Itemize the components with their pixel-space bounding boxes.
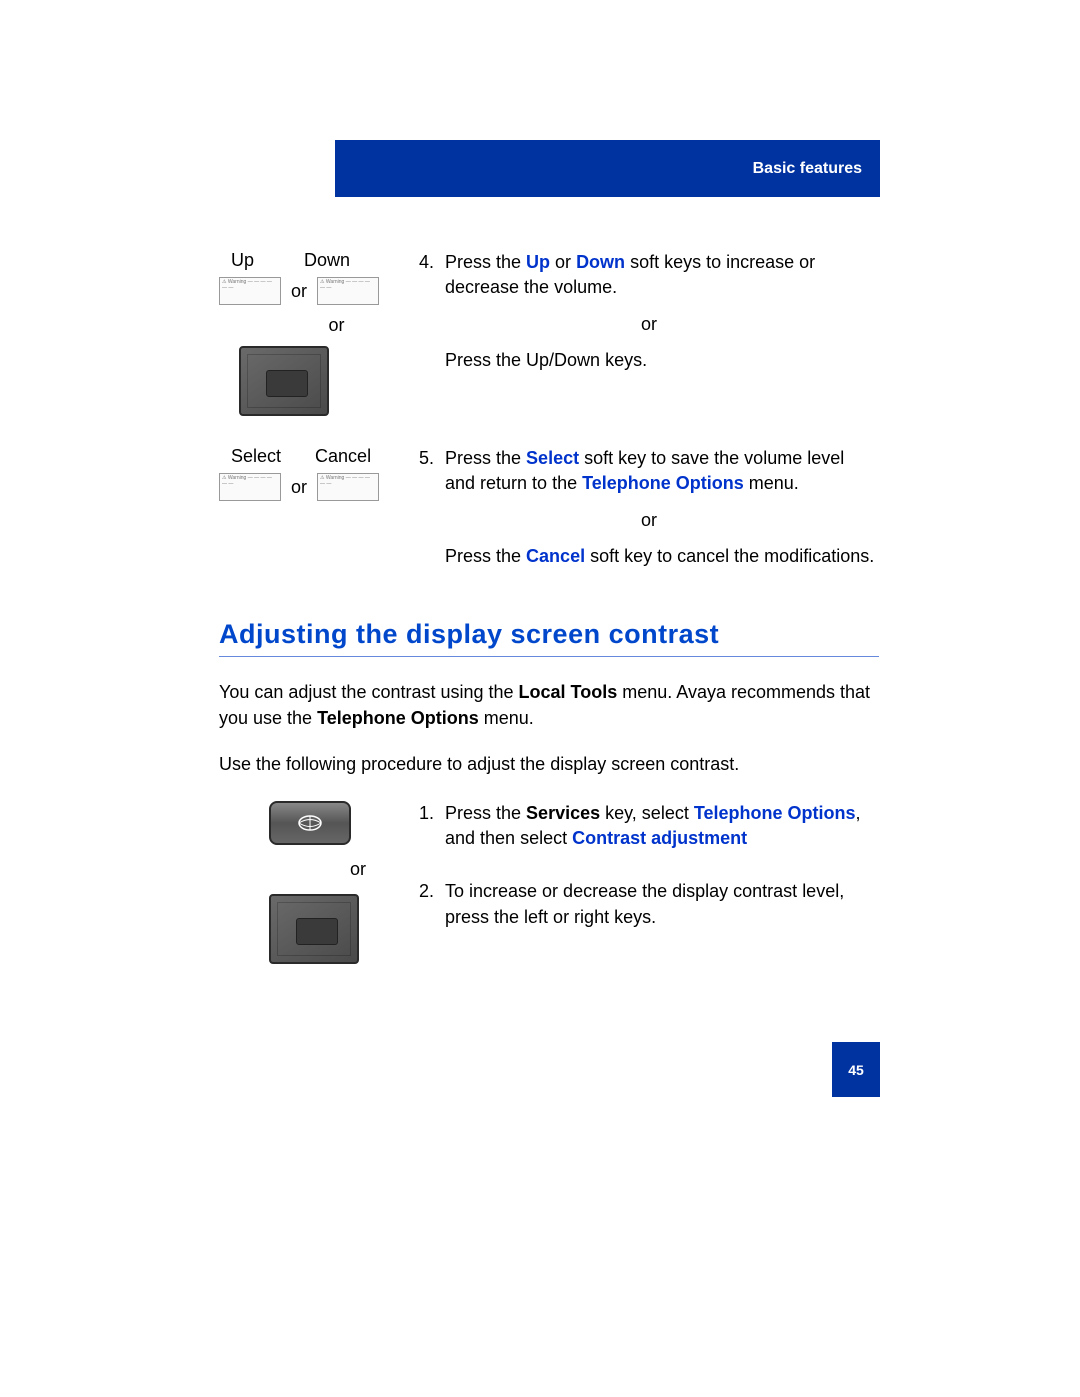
or-label: or: [291, 477, 307, 498]
softkey-cancel-icon: ⚠ Warning — — — — — —: [317, 473, 379, 501]
navigation-pad-icon: [269, 894, 359, 964]
section-heading: Adjusting the display screen contrast: [219, 619, 879, 657]
label-select: Select: [231, 446, 281, 467]
step-number: 5.: [419, 446, 445, 471]
page-number: 45: [848, 1062, 864, 1078]
term-contrast-adjustment: Contrast adjustment: [572, 828, 747, 848]
step-5-alt: Press the Cancel soft key to cancel the …: [419, 544, 879, 569]
services-key-icon: [269, 801, 351, 845]
page-number-badge: 45: [832, 1042, 880, 1097]
step-5-row: Select Cancel ⚠ Warning — — — — — — or ⚠…: [219, 446, 879, 569]
term-telephone-options: Telephone Options: [694, 803, 856, 823]
step-number: 2.: [419, 879, 445, 904]
intro-paragraph-2: Use the following procedure to adjust th…: [219, 751, 879, 777]
softkey-up-icon: ⚠ Warning — — — — — —: [219, 277, 281, 305]
contrast-steps: or 1. Press the Services key, select Tel…: [219, 801, 879, 964]
contrast-text: 1. Press the Services key, select Teleph…: [419, 801, 879, 942]
step-4-text: 4. Press the Up or Down soft keys to inc…: [419, 250, 879, 373]
or-label: or: [291, 281, 307, 302]
label-down: Down: [304, 250, 350, 271]
term-select: Select: [526, 448, 579, 468]
step-4-keys: Up Down ⚠ Warning — — — — — — or ⚠ Warni…: [219, 250, 419, 416]
header-title: Basic features: [753, 160, 862, 178]
page-content: Up Down ⚠ Warning — — — — — — or ⚠ Warni…: [219, 250, 879, 988]
globe-icon: [296, 813, 324, 833]
step-5-text: 5. Press the Select soft key to save the…: [419, 446, 879, 569]
softkey-select-icon: ⚠ Warning — — — — — —: [219, 473, 281, 501]
term-up: Up: [526, 252, 550, 272]
term-cancel: Cancel: [526, 546, 585, 566]
or-label: or: [219, 859, 419, 880]
label-up: Up: [231, 250, 254, 271]
term-services: Services: [526, 803, 600, 823]
step-number: 4.: [419, 250, 445, 275]
navigation-pad-icon: [239, 346, 329, 416]
or-label: or: [419, 508, 879, 533]
or-label: or: [219, 315, 419, 336]
step-4-alt: Press the Up/Down keys.: [419, 348, 879, 373]
term-telephone-options: Telephone Options: [317, 708, 479, 728]
contrast-keys: or: [219, 801, 419, 964]
or-label: or: [419, 312, 879, 337]
softkey-down-icon: ⚠ Warning — — — — — —: [317, 277, 379, 305]
label-cancel: Cancel: [315, 446, 371, 467]
step-5-keys: Select Cancel ⚠ Warning — — — — — — or ⚠…: [219, 446, 419, 501]
term-down: Down: [576, 252, 625, 272]
step-number: 1.: [419, 801, 445, 826]
intro-paragraph-1: You can adjust the contrast using the Lo…: [219, 679, 879, 731]
term-local-tools: Local Tools: [519, 682, 618, 702]
step-4-row: Up Down ⚠ Warning — — — — — — or ⚠ Warni…: [219, 250, 879, 416]
header-bar: Basic features: [335, 140, 880, 197]
term-telephone-options: Telephone Options: [582, 473, 744, 493]
